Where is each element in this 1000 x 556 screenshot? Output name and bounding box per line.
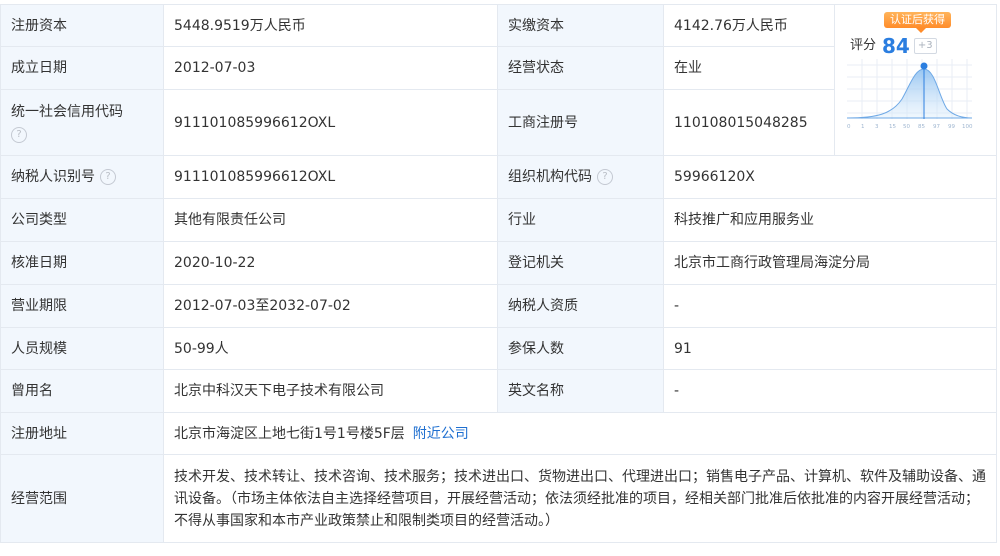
- help-icon[interactable]: ?: [100, 169, 116, 185]
- score-delta: +3: [913, 38, 937, 54]
- insured-count-label: 参保人数: [497, 327, 664, 370]
- table-row: 注册地址 北京市海淀区上地七街1号1号楼5F层 附近公司: [0, 412, 997, 455]
- company-type-value: 其他有限责任公司: [163, 198, 498, 242]
- approval-date-label: 核准日期: [0, 241, 164, 285]
- credit-code-value: 911101085996612OXL: [163, 89, 498, 156]
- help-icon[interactable]: ?: [597, 169, 613, 185]
- business-status-value: 在业: [663, 46, 835, 90]
- table-row: 纳税人识别号? 911101085996612OXL 组织机构代码? 59966…: [0, 155, 997, 199]
- industry-value: 科技推广和应用服务业: [663, 198, 997, 242]
- english-name-value: -: [663, 369, 997, 413]
- former-name-value: 北京中科汉天下电子技术有限公司: [163, 369, 498, 413]
- table-row: 核准日期 2020-10-22 登记机关 北京市工商行政管理局海淀分局: [0, 241, 997, 285]
- registered-address-label: 注册地址: [0, 412, 164, 455]
- axis-tick: 100: [962, 124, 973, 130]
- taxpayer-id-label: 纳税人识别号: [11, 169, 95, 185]
- registration-authority-label: 登记机关: [497, 241, 664, 285]
- approval-date-value: 2020-10-22: [163, 241, 498, 285]
- established-date-value: 2012-07-03: [163, 46, 498, 90]
- former-name-label: 曾用名: [0, 369, 164, 413]
- score-distribution-chart: 0 1 3 15 50 85 97 99 100: [847, 59, 973, 130]
- established-date-label: 成立日期: [0, 46, 164, 90]
- english-name-label: 英文名称: [497, 369, 664, 413]
- axis-tick: 97: [933, 124, 940, 130]
- registration-number-label: 工商注册号: [497, 89, 664, 156]
- staff-size-value: 50-99人: [163, 327, 498, 370]
- paid-in-capital-value: 4142.76万人民币: [663, 4, 835, 47]
- nearby-companies-link[interactable]: 附近公司: [413, 426, 469, 442]
- registered-address-cell: 北京市海淀区上地七街1号1号楼5F层 附近公司: [163, 412, 997, 455]
- table-row: 营业期限 2012-07-03至2032-07-02 纳税人资质 -: [0, 284, 997, 328]
- credit-code-label-cell: 统一社会信用代码 ?: [0, 89, 164, 156]
- business-info-table: 注册资本 5448.9519万人民币 实缴资本 4142.76万人民币 认证后获…: [0, 4, 997, 543]
- score-row: 评分 84 +3: [850, 35, 937, 57]
- score-card[interactable]: 认证后获得 评分 84 +3 0 1 3 15 50 85 97 99 100: [834, 4, 997, 156]
- paid-in-capital-label: 实缴资本: [497, 4, 664, 47]
- table-row: 曾用名 北京中科汉天下电子技术有限公司 英文名称 -: [0, 369, 997, 413]
- staff-size-label: 人员规模: [0, 327, 164, 370]
- table-row: 公司类型 其他有限责任公司 行业 科技推广和应用服务业: [0, 198, 997, 242]
- help-icon[interactable]: ?: [11, 126, 27, 143]
- company-info-panel: 注册资本 5448.9519万人民币 实缴资本 4142.76万人民币 认证后获…: [0, 0, 1000, 556]
- taxpayer-id-value: 911101085996612OXL: [163, 155, 498, 199]
- business-scope-value: 技术开发、技术转让、技术咨询、技术服务；技术进出口、货物进出口、代理进出口；销售…: [163, 454, 997, 543]
- registered-capital-value: 5448.9519万人民币: [163, 4, 498, 47]
- distribution-curve: [847, 68, 973, 119]
- table-row: 经营范围 技术开发、技术转让、技术咨询、技术服务；技术进出口、货物进出口、代理进…: [0, 454, 997, 543]
- registered-address-value: 北京市海淀区上地七街1号1号楼5F层: [174, 425, 405, 442]
- insured-count-value: 91: [663, 327, 997, 370]
- company-type-label: 公司类型: [0, 198, 164, 242]
- score-label: 评分: [850, 38, 877, 53]
- axis-tick: 3: [875, 124, 879, 130]
- taxpayer-id-label-cell: 纳税人识别号?: [0, 155, 164, 199]
- business-term-value: 2012-07-03至2032-07-02: [163, 284, 498, 328]
- axis-tick: 85: [918, 124, 925, 130]
- axis-ticks: 0 1 3 15 50 85 97 99 100: [847, 124, 973, 130]
- taxpayer-qualification-label: 纳税人资质: [497, 284, 664, 328]
- axis-tick: 15: [889, 124, 896, 130]
- score-value: 84: [882, 34, 910, 58]
- org-code-value: 59966120X: [663, 155, 997, 199]
- taxpayer-qualification-value: -: [663, 284, 997, 328]
- registration-authority-value: 北京市工商行政管理局海淀分局: [663, 241, 997, 285]
- registration-number-value: 110108015048285: [663, 89, 835, 156]
- axis-tick: 99: [948, 124, 955, 130]
- org-code-label-cell: 组织机构代码?: [497, 155, 664, 199]
- table-row: 注册资本 5448.9519万人民币 实缴资本 4142.76万人民币 认证后获…: [0, 4, 997, 156]
- table-row: 人员规模 50-99人 参保人数 91: [0, 327, 997, 370]
- org-code-label: 组织机构代码: [508, 169, 592, 185]
- registered-capital-label: 注册资本: [0, 4, 164, 47]
- business-status-label: 经营状态: [497, 46, 664, 90]
- certification-badge: 认证后获得: [884, 12, 951, 33]
- business-term-label: 营业期限: [0, 284, 164, 328]
- axis-tick: 0: [847, 124, 851, 130]
- axis-tick: 1: [861, 124, 865, 130]
- axis-tick: 50: [903, 124, 910, 130]
- score-marker-dot: [920, 62, 928, 70]
- credit-code-label: 统一社会信用代码: [11, 103, 123, 120]
- business-scope-label: 经营范围: [0, 454, 164, 543]
- industry-label: 行业: [497, 198, 664, 242]
